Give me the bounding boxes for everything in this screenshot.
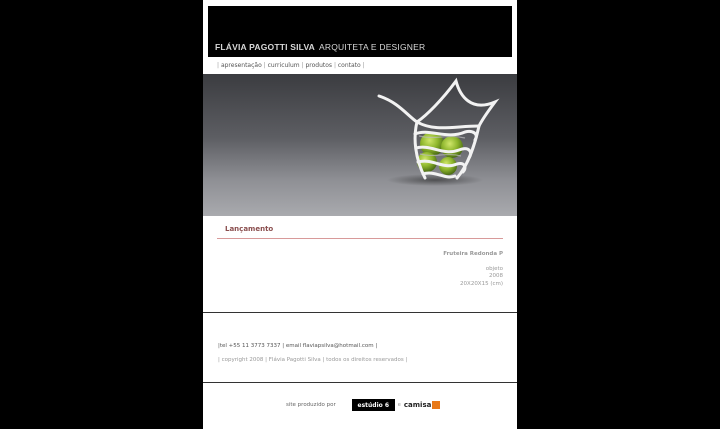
page-container: FLÁVIA PAGOTTI SILVA ARQUITETA E DESIGNER… (203, 0, 517, 429)
site-header: FLÁVIA PAGOTTI SILVA ARQUITETA E DESIGNER (208, 6, 512, 57)
product-info: Fruteira Redonda P objeto 2008 20X20X15 … (443, 251, 503, 288)
product-dimensions: 20X20X15 (cm) (460, 280, 503, 287)
credits-label: site produzido por (286, 402, 336, 408)
studio-logo-link[interactable]: estúdio 6 (351, 399, 395, 411)
nav-contato[interactable]: contato (338, 62, 361, 69)
site-credits: site produzido por estúdio 6 e camisa (286, 398, 441, 412)
nav-curriculum[interactable]: curriculum (268, 62, 300, 69)
nav-produtos[interactable]: produtos (305, 62, 332, 69)
contact-line: |tel +55 11 3773 7337 | email flaviapsil… (218, 343, 378, 349)
footer-divider-top (203, 312, 517, 313)
brand-role: ARQUITETA E DESIGNER (319, 42, 426, 52)
section-title: Lançamento (225, 225, 274, 233)
copyright-line: | copyright 2008 | Flávia Pagotti Silva … (218, 357, 408, 363)
product-year: 2008 (489, 273, 503, 279)
product-name: Fruteira Redonda P (443, 251, 503, 257)
partner-logo-text: camisa (403, 401, 432, 409)
hero-product-photo (203, 74, 517, 216)
nav-apresentacao[interactable]: apresentação (221, 62, 262, 69)
partner-logo-icon (432, 401, 441, 409)
brand-name: FLÁVIA PAGOTTI SILVA (215, 42, 316, 52)
footer-divider-bottom (203, 382, 517, 383)
credits-connector: e (397, 402, 401, 408)
fruit-bowl-image (377, 77, 500, 186)
site-brand[interactable]: FLÁVIA PAGOTTI SILVA ARQUITETA E DESIGNER (215, 42, 425, 52)
product-type: objeto (485, 265, 503, 272)
main-nav: | apresentação | curriculum | produtos |… (217, 62, 365, 69)
partner-logo-link[interactable]: camisa (403, 401, 441, 409)
section-divider (217, 238, 503, 239)
